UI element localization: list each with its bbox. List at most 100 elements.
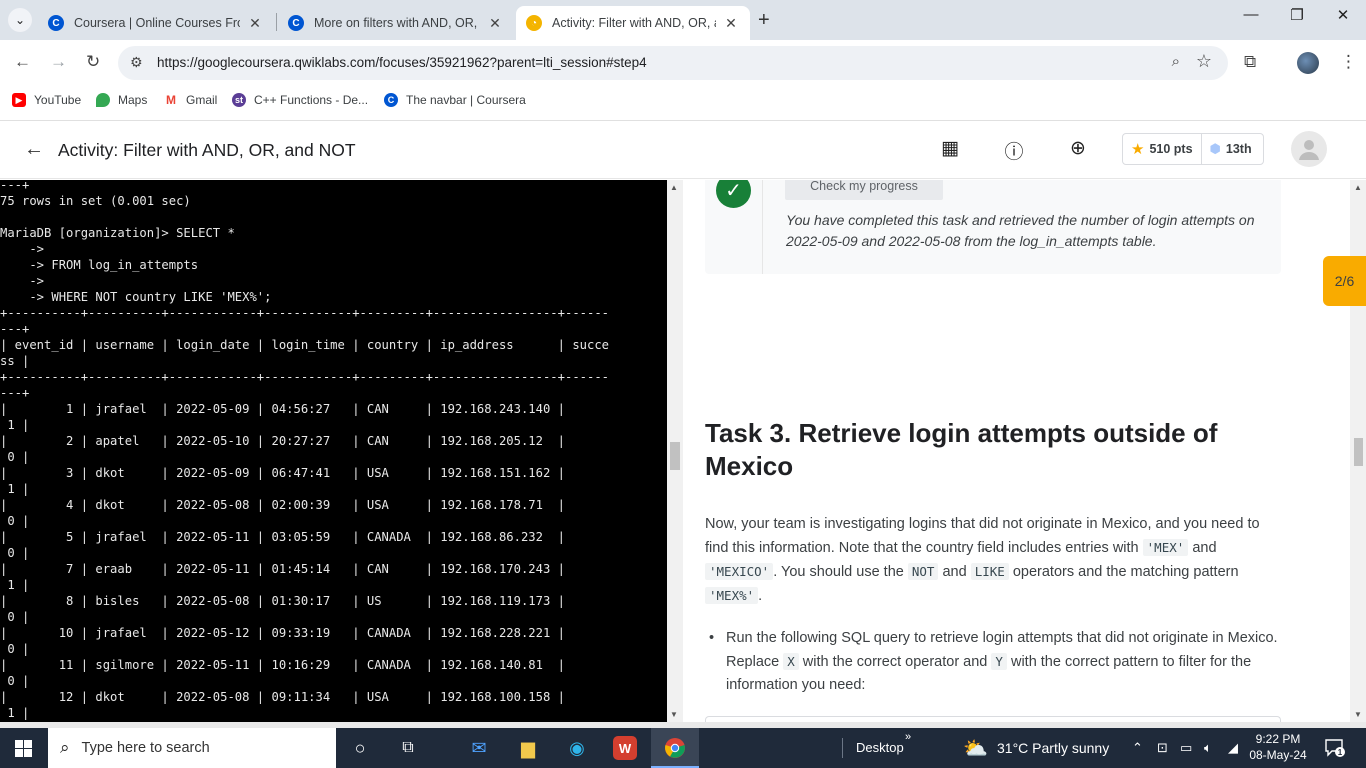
- scroll-thumb[interactable]: [670, 442, 680, 470]
- rank-value: 13th: [1225, 142, 1252, 156]
- back-icon[interactable]: ←: [24, 138, 44, 161]
- bookmark-navbar-coursera[interactable]: C The navbar | Coursera: [384, 93, 526, 107]
- terminal-scrollbar[interactable]: ▲ ▼: [667, 180, 683, 722]
- taskbar-search-box[interactable]: ⌕ Type here to search: [48, 728, 336, 768]
- file-explorer-icon[interactable]: ▆: [515, 736, 541, 760]
- check-progress-button[interactable]: Check my progress: [785, 180, 943, 200]
- weather-text[interactable]: 31°C Partly sunny: [997, 740, 1109, 756]
- bookmark-label: Gmail: [186, 93, 218, 107]
- address-bar-row: ← → ↻ ⚙ https://googlecoursera.qwiklabs.…: [0, 40, 1366, 86]
- bookmark-label: The navbar | Coursera: [406, 93, 526, 107]
- notification-count: 1: [1335, 747, 1345, 757]
- new-tab-icon[interactable]: +: [758, 9, 770, 32]
- toolbar-expand-icon[interactable]: »: [905, 731, 911, 743]
- system-clock[interactable]: 9:22 PM 08-May-24: [1238, 731, 1318, 763]
- cortana-icon[interactable]: ○: [347, 736, 373, 760]
- network-icon[interactable]: ◢: [1228, 740, 1238, 756]
- wps-office-icon[interactable]: W: [613, 736, 637, 760]
- scroll-up-icon[interactable]: ▲: [1354, 183, 1362, 192]
- tray-chevron-up-icon[interactable]: ⌃: [1132, 740, 1143, 756]
- extensions-icon[interactable]: ⧉: [1244, 52, 1256, 72]
- tab-title: More on filters with AND, OR, a: [314, 16, 480, 30]
- tab-strip: ⌄ C Coursera | Online Courses From ✕ C M…: [0, 0, 1366, 40]
- bookmark-maps[interactable]: Maps: [96, 93, 147, 107]
- forward-arrow-icon[interactable]: →: [50, 52, 67, 72]
- battery-icon[interactable]: ▭: [1180, 740, 1192, 756]
- edge-icon[interactable]: ◉: [564, 736, 590, 760]
- zoom-icon[interactable]: ⌕: [1172, 53, 1180, 70]
- url-text[interactable]: https://googlecoursera.qwiklabs.com/focu…: [157, 55, 647, 70]
- dashboard-icon[interactable]: ▦: [938, 137, 962, 161]
- minimize-icon[interactable]: —: [1228, 6, 1274, 23]
- checkmark-icon: ✓: [716, 180, 751, 208]
- bookmark-label: YouTube: [34, 93, 82, 107]
- code-snippet: X: [783, 653, 799, 670]
- restore-icon[interactable]: ❐: [1274, 6, 1320, 24]
- user-avatar[interactable]: [1291, 131, 1327, 167]
- points-badge[interactable]: ★ 510 pts ⬢ 13th: [1122, 133, 1264, 165]
- tab-more-filters[interactable]: C More on filters with AND, OR, a ✕: [278, 6, 514, 40]
- profile-avatar[interactable]: [1297, 52, 1319, 74]
- studytonight-icon: st: [232, 93, 246, 107]
- tab-separator: [276, 13, 277, 31]
- close-tab-icon[interactable]: ✕: [246, 15, 264, 32]
- star-icon: ★: [1131, 141, 1145, 158]
- windows-taskbar: ⌕ Type here to search ○ ⧉ ✉ ▆ ◉ W Deskto…: [0, 728, 1366, 768]
- back-arrow-icon[interactable]: ←: [14, 52, 31, 72]
- terminal-output: ---+ 75 rows in set (0.001 sec) MariaDB …: [0, 180, 610, 720]
- bookmark-gmail[interactable]: M Gmail: [164, 93, 217, 107]
- code-snippet: NOT: [907, 563, 939, 580]
- tab-title: Activity: Filter with AND, OR, an: [552, 16, 716, 30]
- reload-icon[interactable]: ↻: [86, 52, 100, 72]
- coursera-icon: C: [288, 15, 304, 31]
- notification-center-icon[interactable]: 1: [1324, 737, 1345, 757]
- points-value: 510 pts: [1149, 142, 1193, 156]
- bookmark-label: Maps: [118, 93, 148, 107]
- code-snippet: Y: [991, 653, 1007, 670]
- menu-kebab-icon[interactable]: ⋮: [1340, 52, 1357, 72]
- site-info-icon[interactable]: ⚙: [130, 54, 143, 71]
- search-icon: ⌕: [60, 738, 70, 757]
- language-globe-icon[interactable]: ⊕: [1066, 137, 1090, 161]
- omnibox[interactable]: ⚙ https://googlecoursera.qwiklabs.com/fo…: [118, 46, 1228, 80]
- mail-icon[interactable]: ✉: [466, 736, 492, 760]
- tab-title: Coursera | Online Courses From: [74, 16, 240, 30]
- gmail-icon: M: [164, 93, 178, 107]
- scroll-thumb[interactable]: [1354, 438, 1363, 466]
- code-snippet: LIKE: [970, 563, 1009, 580]
- bookmark-cpp-functions[interactable]: st C++ Functions - De...: [232, 93, 368, 107]
- bookmark-star-icon[interactable]: ☆: [1196, 51, 1212, 72]
- desktop-toolbar-label[interactable]: Desktop: [856, 740, 904, 755]
- text-run: with the correct operator and: [798, 654, 992, 670]
- scroll-down-icon[interactable]: ▼: [1354, 710, 1362, 719]
- qwiklabs-icon: ◔: [526, 15, 542, 31]
- task-view-icon[interactable]: ⧉: [395, 736, 421, 760]
- tab-search-chevron-icon[interactable]: ⌄: [8, 8, 32, 32]
- clock-time: 9:22 PM: [1255, 732, 1301, 746]
- code-snippet: 'MEXICO': [705, 563, 774, 580]
- maps-icon: [96, 93, 110, 107]
- weather-icon[interactable]: ⛅: [963, 736, 988, 761]
- volume-icon[interactable]: 🔈︎: [1204, 740, 1212, 756]
- close-tab-icon[interactable]: ✕: [722, 15, 740, 32]
- help-icon[interactable]: ⓘ: [1002, 137, 1026, 163]
- bookmark-youtube[interactable]: ▶ YouTube: [12, 93, 81, 107]
- instruction-bullet: Run the following SQL query to retrieve …: [709, 627, 1286, 697]
- step-progress-badge[interactable]: 2/6: [1323, 256, 1366, 306]
- tray-app-icon[interactable]: ⊡: [1157, 740, 1168, 756]
- tab-coursera[interactable]: C Coursera | Online Courses From ✕: [38, 6, 274, 40]
- close-tab-icon[interactable]: ✕: [486, 15, 504, 32]
- terminal-pane[interactable]: ---+ 75 rows in set (0.001 sec) MariaDB …: [0, 180, 667, 722]
- scroll-up-icon[interactable]: ▲: [670, 183, 678, 192]
- taskbar-divider: [842, 738, 843, 758]
- app-header: ← Activity: Filter with AND, OR, and NOT…: [0, 121, 1366, 179]
- windows-start-icon[interactable]: [15, 740, 32, 757]
- tab-activity[interactable]: ◔ Activity: Filter with AND, OR, an ✕: [516, 6, 750, 40]
- instructions-panel: ✓ Check my progress You have completed t…: [683, 180, 1350, 722]
- card-divider: [762, 180, 763, 274]
- close-window-icon[interactable]: ✕: [1320, 6, 1366, 24]
- scroll-down-icon[interactable]: ▼: [670, 710, 678, 719]
- bookmarks-bar: ▶ YouTube Maps M Gmail st C++ Functions …: [0, 86, 1366, 114]
- text-run: . You should use the: [773, 564, 908, 580]
- chrome-icon[interactable]: [662, 736, 688, 760]
